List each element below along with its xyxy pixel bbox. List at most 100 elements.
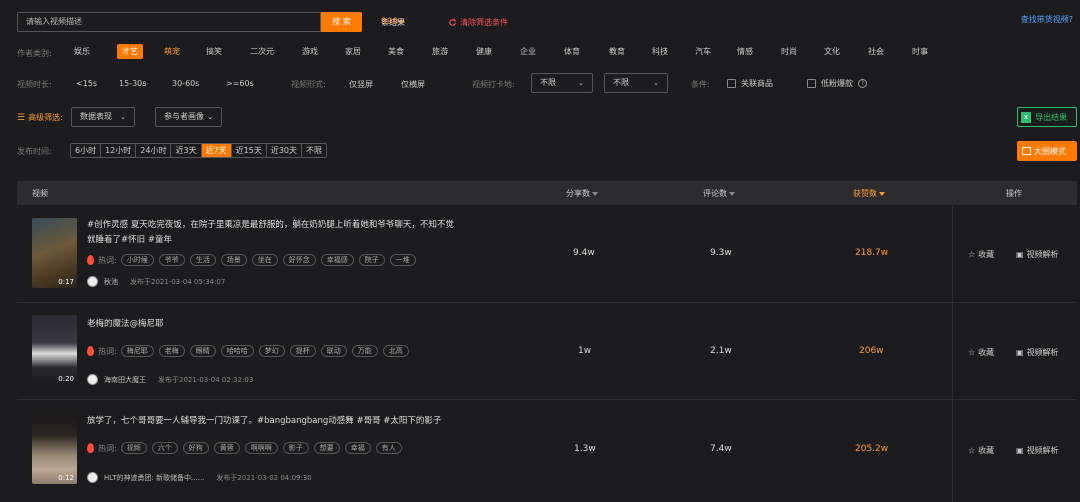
publish-time-option[interactable]: 近30天 — [267, 144, 303, 157]
hot-word-tag[interactable]: 啊啊啊 — [244, 442, 278, 454]
hot-word-tag[interactable]: 想要 — [313, 442, 340, 454]
duration-30-60[interactable]: 30-60s — [172, 79, 199, 88]
duration-15-30[interactable]: 15-30s — [119, 79, 146, 88]
chevron-down-icon: ⌄ — [120, 113, 126, 121]
category-chip[interactable]: 情感 — [737, 46, 753, 57]
help-icon[interactable]: ? — [858, 79, 867, 88]
search-input[interactable]: 请输入视频描述 — [17, 12, 321, 32]
form-horizontal[interactable]: 仅横屏 — [401, 79, 425, 90]
favorite-button[interactable]: ☆ 收藏 — [968, 445, 994, 456]
participant-profile-select[interactable]: 参与者画像 ⌄ — [155, 107, 222, 127]
category-chip[interactable]: 才艺 — [117, 44, 143, 59]
publish-time-option[interactable]: 不限 — [302, 144, 326, 157]
analyze-button[interactable]: ▣ 视频解析 — [1016, 249, 1059, 260]
author-name[interactable]: 海南田大魔王 — [104, 375, 146, 385]
category-chip[interactable]: 旅游 — [432, 46, 448, 57]
category-chip[interactable]: 健康 — [476, 46, 492, 57]
category-chip[interactable]: 企业 — [520, 46, 536, 57]
hot-word-tag[interactable]: 一堆 — [389, 254, 416, 266]
publish-time-option[interactable]: 近7天 — [201, 144, 232, 157]
category-chip[interactable]: 体育 — [564, 46, 580, 57]
duration-lt15[interactable]: <15s — [76, 79, 97, 88]
video-title[interactable]: 老梅的魔法@梅尼耶 — [87, 317, 457, 332]
category-chip[interactable]: 萌宠 — [164, 46, 180, 57]
avatar[interactable] — [87, 472, 98, 483]
header-comments[interactable]: 评论数 — [703, 188, 735, 199]
hot-word-tag[interactable]: 哈哈哈 — [220, 345, 254, 357]
favorite-label: 收藏 — [978, 348, 995, 357]
header-likes[interactable]: 获赞数 — [853, 188, 885, 199]
category-chip[interactable]: 时事 — [912, 46, 928, 57]
find-video-link[interactable]: 查找带货视频? — [1021, 14, 1073, 25]
data-performance-select[interactable]: 数据表现 ⌄ — [71, 107, 135, 127]
related-goods-checkbox[interactable]: 关联商品 — [727, 78, 773, 89]
form-vertical[interactable]: 仅竖屏 — [349, 79, 373, 90]
hot-word-tag[interactable]: 坐在 — [251, 254, 278, 266]
category-chip[interactable]: 搞笑 — [206, 46, 222, 57]
analyze-button[interactable]: ▣ 视频解析 — [1016, 445, 1059, 456]
video-thumbnail[interactable]: 0:17 — [32, 218, 77, 288]
hot-word-tag[interactable]: 场景 — [220, 254, 247, 266]
avatar[interactable] — [87, 276, 98, 287]
big-image-mode-button[interactable]: 大图模式 — [1017, 141, 1077, 161]
category-chip[interactable]: 科技 — [652, 46, 668, 57]
category-chip[interactable]: 二次元 — [250, 46, 274, 57]
hot-word-tag[interactable]: 北高 — [382, 345, 409, 357]
hot-word-tag[interactable]: 幸福感 — [320, 254, 354, 266]
category-chip[interactable]: 社会 — [868, 46, 884, 57]
duration-label: 视频时长: — [17, 80, 52, 89]
video-duration: 0:17 — [58, 278, 74, 286]
hot-word-tag[interactable]: 联动 — [320, 345, 347, 357]
favorite-button[interactable]: ☆ 收藏 — [968, 249, 994, 260]
video-thumbnail[interactable]: 0:12 — [32, 414, 77, 484]
video-title[interactable]: 放学了，七个哥哥要一人辅导我一门功课了。#bangbangbang动感舞 #哥哥… — [87, 414, 457, 429]
hot-word-tag[interactable]: 幸福 — [344, 442, 371, 454]
low-fan-hit-checkbox[interactable]: 低粉爆款 ? — [807, 78, 867, 89]
checkin-select-2[interactable]: 不限 ⌄ — [604, 73, 668, 93]
hot-word-tag[interactable]: 好怀念 — [282, 254, 316, 266]
publish-time-option[interactable]: 近3天 — [171, 144, 202, 157]
publish-time-option[interactable]: 24小时 — [136, 144, 172, 157]
search-button[interactable]: 搜 索 — [321, 12, 362, 32]
category-chip[interactable]: 时尚 — [781, 46, 797, 57]
hot-word-tag[interactable]: 梅尼耶 — [120, 345, 154, 357]
publish-time-option[interactable]: 6小时 — [71, 144, 102, 157]
hot-word-tag[interactable]: 生活 — [189, 254, 216, 266]
header-likes-label: 获赞数 — [853, 189, 877, 198]
avatar[interactable] — [87, 374, 98, 385]
hot-word-tag[interactable]: 有人 — [375, 442, 402, 454]
analyze-button[interactable]: ▣ 视频解析 — [1016, 347, 1059, 358]
video-title[interactable]: #创作灵感 夏天吃完夜饭，在院子里乘凉是最舒服的，躺在奶奶腿上听着她和爷爷聊天，… — [87, 218, 457, 248]
hot-word-tag[interactable]: 梦幻 — [258, 345, 285, 357]
hot-word-tag[interactable]: 影子 — [282, 442, 309, 454]
hot-word-tag[interactable]: 黄蓉 — [213, 442, 240, 454]
hot-word-tag[interactable]: 爷爷 — [158, 254, 185, 266]
author-name[interactable]: 秋池 — [104, 277, 118, 287]
category-chip[interactable]: 教育 — [609, 46, 625, 57]
hot-word-tag[interactable]: 好狗 — [182, 442, 209, 454]
hot-word-tag[interactable]: 老梅 — [158, 345, 185, 357]
category-chip[interactable]: 文化 — [824, 46, 840, 57]
hot-word-tag[interactable]: 眼睛 — [189, 345, 216, 357]
hot-word-tag[interactable]: 提杯 — [289, 345, 316, 357]
publish-time-option[interactable]: 12小时 — [101, 144, 137, 157]
video-thumbnail[interactable]: 0:20 — [32, 315, 77, 385]
category-chip[interactable]: 游戏 — [302, 46, 318, 57]
favorite-button[interactable]: ☆ 收藏 — [968, 347, 994, 358]
hot-word-tag[interactable]: 视频 — [120, 442, 147, 454]
hot-word-tag[interactable]: 院子 — [358, 254, 385, 266]
duration-gte60[interactable]: >=60s — [226, 79, 254, 88]
clear-filter-link[interactable]: 清除筛选条件 — [448, 17, 508, 28]
hot-word-tag[interactable]: 万能 — [351, 345, 378, 357]
header-shares[interactable]: 分享数 — [566, 188, 598, 199]
hot-word-tag[interactable]: 小时候 — [120, 254, 154, 266]
checkin-select-1[interactable]: 不限 ⌄ — [531, 73, 593, 93]
category-chip[interactable]: 家居 — [345, 46, 361, 57]
publish-time-option[interactable]: 近15天 — [232, 144, 267, 157]
export-button[interactable]: x 导出结果 — [1017, 107, 1077, 127]
author-name[interactable]: HLT的神迹勇团: 新歌储备中...... — [104, 473, 204, 483]
hot-word-tag[interactable]: 六个 — [151, 442, 178, 454]
category-chip[interactable]: 美食 — [388, 46, 404, 57]
category-chip[interactable]: 汽车 — [695, 46, 711, 57]
category-chip[interactable]: 娱乐 — [74, 46, 90, 57]
